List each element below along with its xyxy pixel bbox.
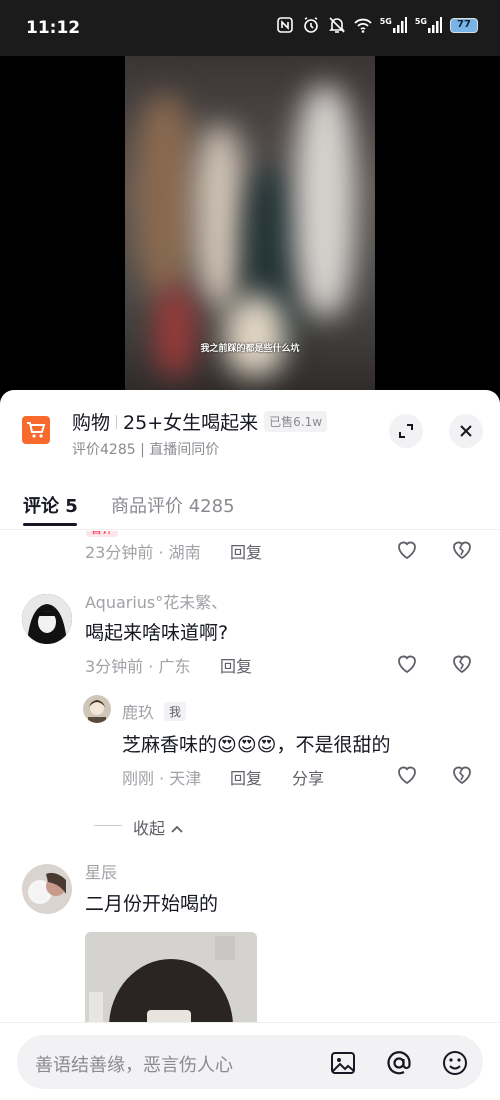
comment-username[interactable]: Aquarius°花未繁、 [85, 589, 227, 613]
shop-title: 25+女生喝起来 [123, 412, 259, 434]
product-sheet: 购物 25+女生喝起来 已售6.1w 评价4285 | 直播间同价 评论 5 商… [0, 390, 500, 1100]
avatar[interactable] [22, 594, 72, 644]
reply-button[interactable]: 回复 [220, 653, 252, 677]
shopping-cart-icon [22, 416, 50, 444]
divider [116, 414, 118, 429]
sold-badge: 已售6.1w [264, 411, 328, 432]
signal-label: 5G [414, 17, 427, 26]
comment-username[interactable]: 星辰 [85, 859, 117, 883]
collapse-label: 收起 [133, 819, 166, 838]
broken-heart-icon[interactable] [450, 763, 474, 787]
comment-input[interactable]: 善语结善缘，恶言伤人心 [17, 1035, 483, 1089]
comment-list[interactable]: 首评 23分钟前 · 湖南 回复 Aquarius°花未繁、 喝起来啥味道啊? … [0, 531, 500, 1023]
reply-text-part: ，不是很甜的 [276, 734, 391, 756]
tab-bar: 评论 5 商品评价 4285 [0, 486, 500, 530]
signal-icon [428, 17, 442, 33]
first-review-tag: 首评 [86, 531, 118, 537]
heart-icon[interactable] [395, 538, 419, 562]
divider [94, 825, 122, 826]
mention-icon[interactable] [385, 1049, 413, 1077]
expand-icon [399, 424, 413, 438]
shop-subinfo: 评价4285 | 直播间同价 [72, 442, 220, 458]
comment-image[interactable] [85, 932, 257, 1023]
author-badge: 我 [164, 702, 187, 721]
mute-bell-icon [328, 17, 345, 33]
tab-underline [23, 523, 77, 526]
reply-username[interactable]: 鹿玖 [122, 699, 154, 723]
avatar[interactable] [22, 864, 72, 914]
nfc-icon [276, 17, 293, 33]
broken-heart-icon[interactable] [450, 538, 474, 562]
reply-text-part: 芝麻香味的 [122, 734, 218, 756]
battery-icon: 77 [450, 17, 478, 33]
tab-comments[interactable]: 评论 5 [23, 492, 78, 518]
comment-text: 喝起来啥味道啊? [85, 622, 229, 644]
comment-placeholder: 善语结善缘，恶言伤人心 [35, 1055, 233, 1076]
close-icon [460, 425, 472, 437]
video-frame: 我之前踩的都是些什么坑 [125, 56, 375, 396]
expand-button[interactable] [389, 414, 423, 448]
tab-product-reviews[interactable]: 商品评价 4285 [111, 492, 235, 518]
reply-button[interactable]: 回复 [230, 539, 262, 563]
alarm-icon [303, 17, 318, 33]
wifi-icon [354, 18, 372, 33]
comment-meta: 23分钟前 · 湖南 [85, 543, 201, 562]
signal-label: 5G [379, 17, 392, 26]
status-time: 11:12 [26, 18, 81, 38]
comment-text: 二月份开始喝的 [85, 893, 219, 915]
heart-eyes-emoji: 😍😍😍 [217, 734, 277, 756]
emoji-icon[interactable] [441, 1049, 469, 1077]
image-icon[interactable] [329, 1049, 357, 1077]
video-subtitle: 我之前踩的都是些什么坑 [200, 344, 300, 354]
comment-input-bar: 善语结善缘，恶言伤人心 [0, 1022, 500, 1100]
reply-meta: 刚刚 · 天津 [122, 769, 202, 788]
signal-icon [392, 17, 407, 33]
shop-category: 购物 [72, 412, 111, 434]
collapse-button[interactable]: 收起 [133, 815, 184, 839]
heart-icon[interactable] [395, 652, 419, 676]
share-button[interactable]: 分享 [292, 765, 324, 789]
shop-header[interactable]: 购物 25+女生喝起来 已售6.1w 评价4285 | 直播间同价 [0, 390, 500, 470]
comment-meta: 3分钟前 · 广东 [85, 657, 191, 676]
chevron-up-icon [171, 825, 183, 833]
heart-icon[interactable] [395, 763, 419, 787]
status-bar: 11:12 5G 5G 77 [0, 0, 500, 56]
reply-button[interactable]: 回复 [230, 765, 262, 789]
broken-heart-icon[interactable] [450, 652, 474, 676]
status-icons: 5G 5G 77 [276, 16, 478, 34]
close-button[interactable] [449, 414, 483, 448]
shop-title-row: 购物 25+女生喝起来 已售6.1w [72, 408, 328, 435]
video-player[interactable]: 我之前踩的都是些什么坑 [0, 56, 500, 396]
avatar[interactable] [83, 695, 111, 723]
reply-text: 芝麻香味的😍😍😍，不是很甜的 [122, 730, 390, 757]
